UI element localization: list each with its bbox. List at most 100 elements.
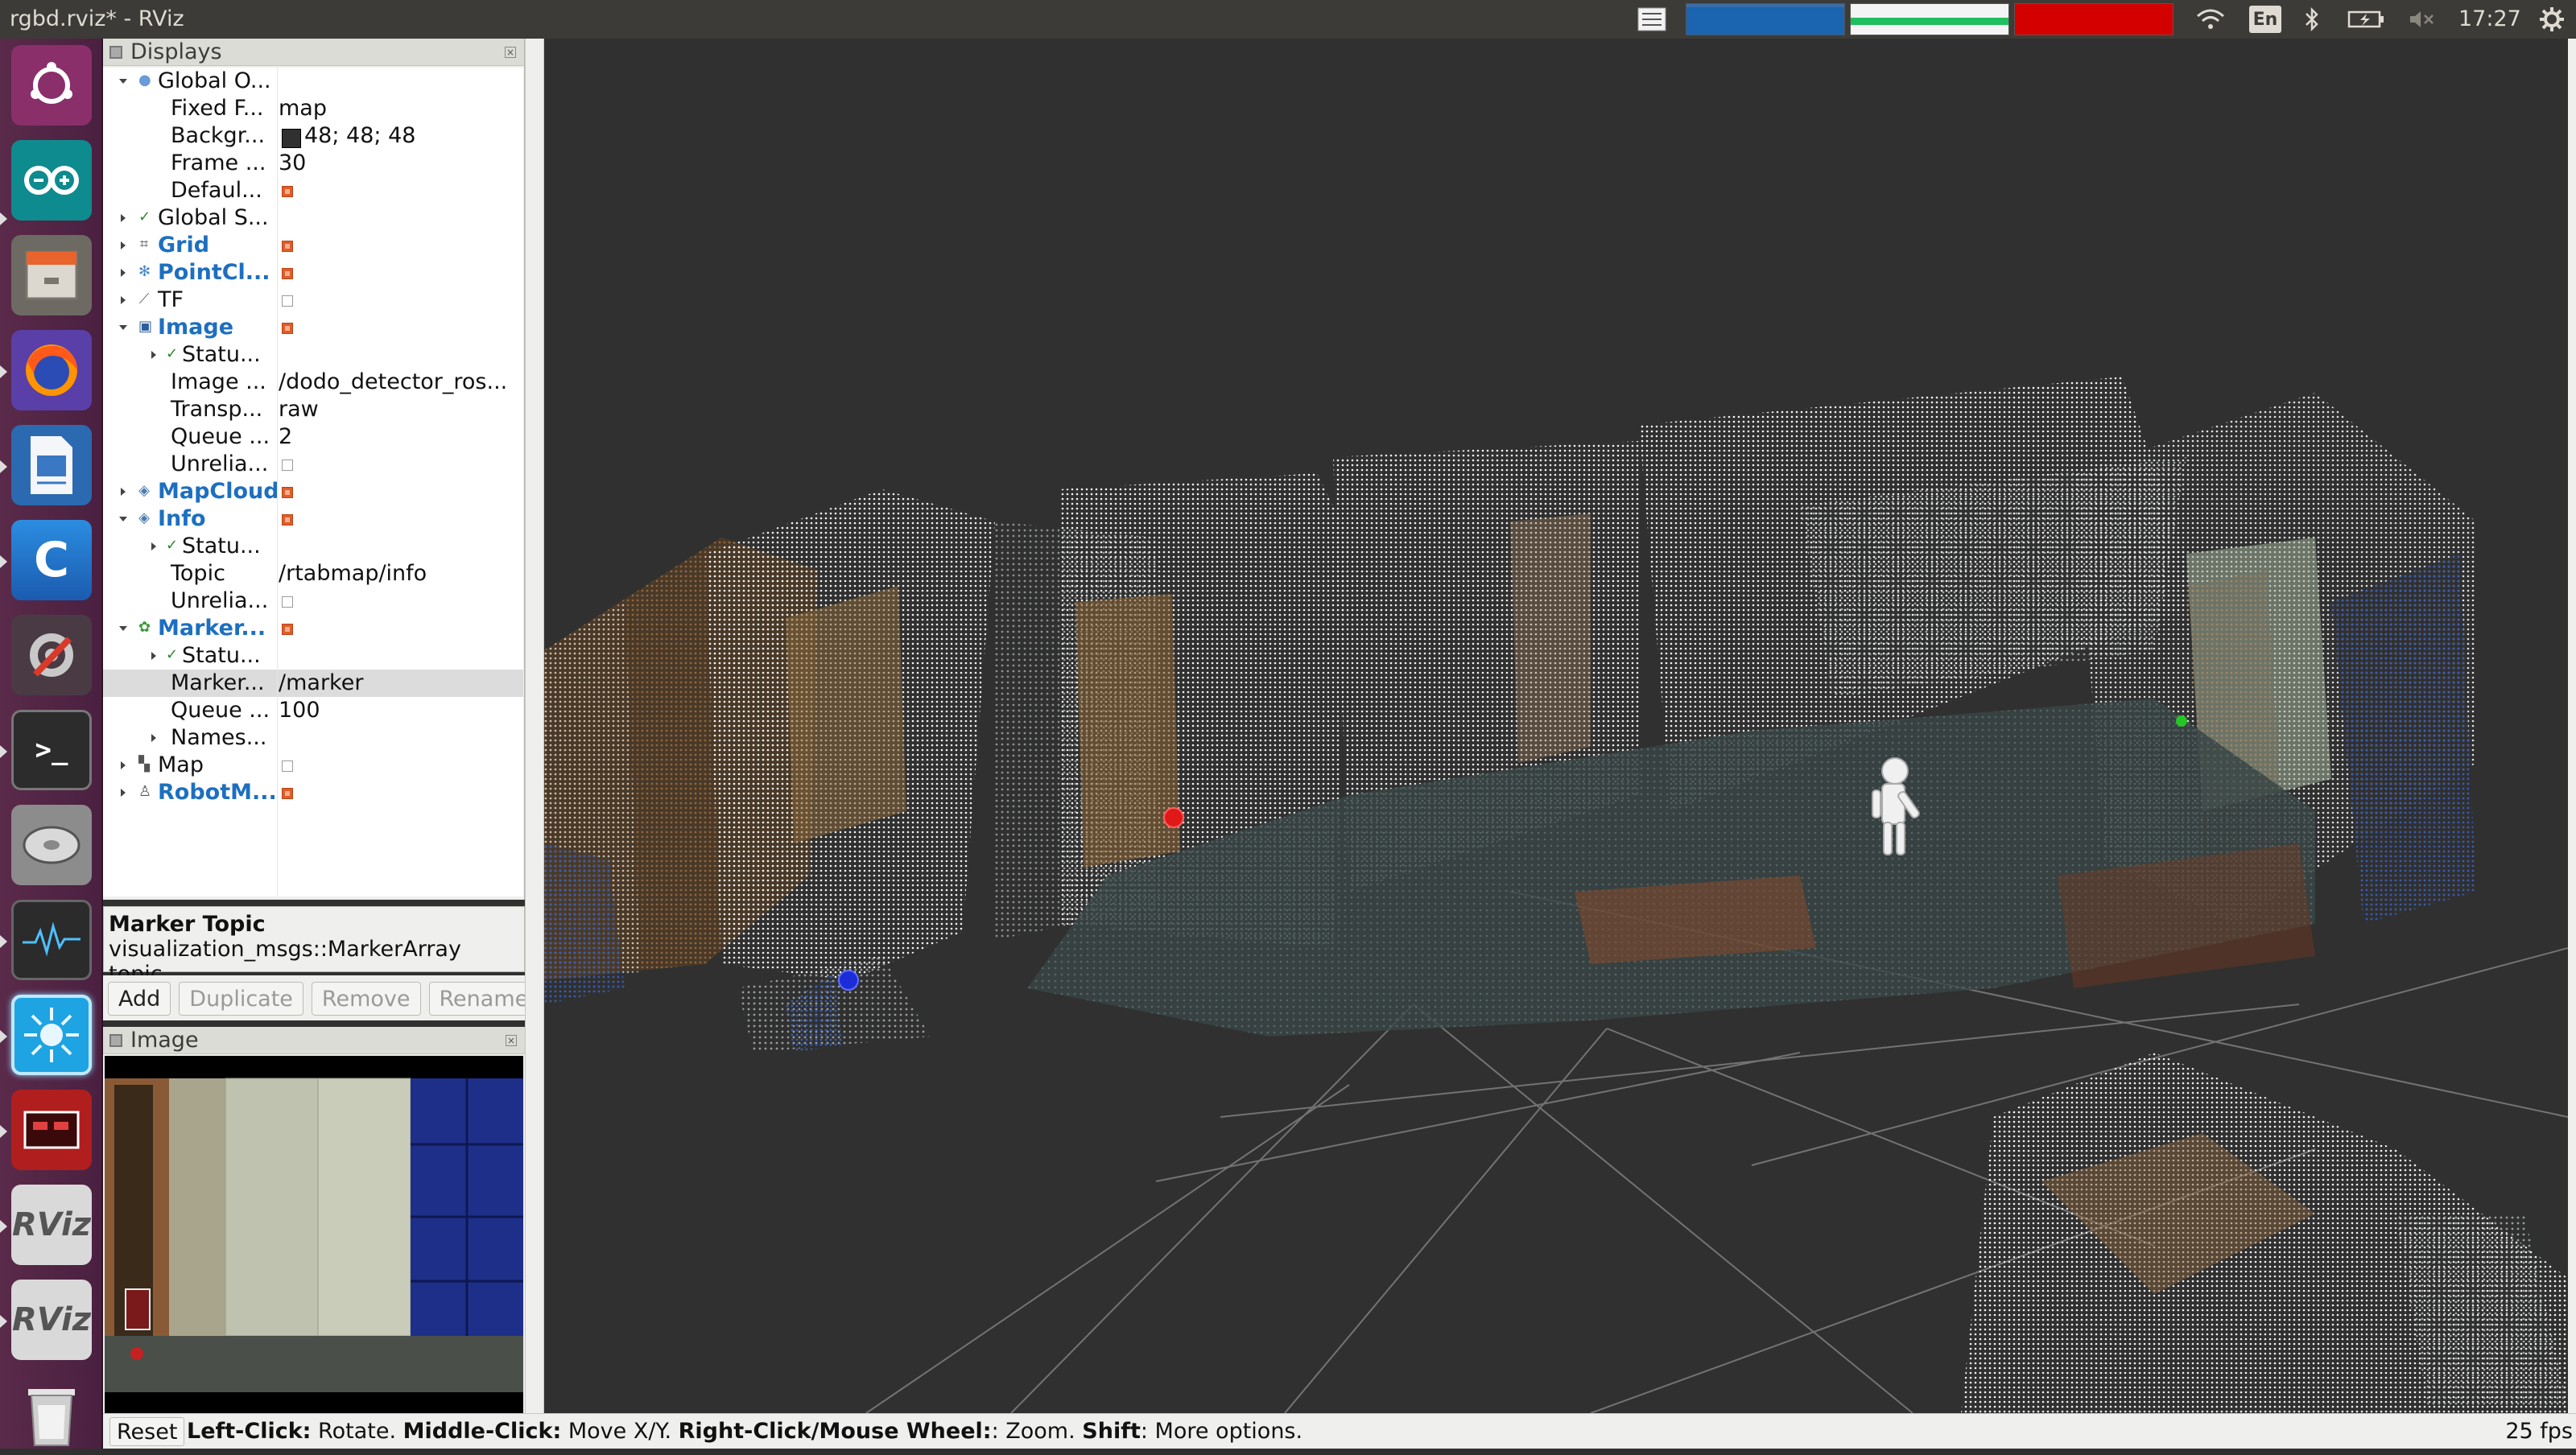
displays-tree[interactable]: ● Global O... Fixed F... map Backgr... 4… [103, 68, 523, 896]
tree-row-grid[interactable]: ⌗ Grid [103, 232, 523, 259]
cpu-load-graph[interactable] [1686, 3, 1845, 35]
checkbox[interactable] [282, 514, 293, 526]
tree-row-info-unreliable[interactable]: Unrelia... [103, 587, 523, 615]
keyboard-layout-indicator[interactable]: En [2249, 6, 2281, 33]
launcher-running-arrow [0, 555, 7, 568]
tree-row-mapcloud[interactable]: ◈ MapCloud [103, 478, 523, 505]
tree-row-marker-status[interactable]: ✓ Statu... [103, 642, 523, 670]
robot-model-icon: ♙ [138, 783, 152, 800]
tree-row-map[interactable]: ▚ Map [103, 752, 523, 779]
memory-load-graph[interactable] [1850, 3, 2009, 35]
arduino-icon[interactable] [11, 140, 92, 221]
wifi-icon[interactable] [2193, 5, 2228, 34]
tree-row-image[interactable]: ▣ Image [103, 314, 523, 341]
volume-muted-icon[interactable] [2405, 5, 2438, 34]
terminal-icon[interactable]: >_ [11, 710, 92, 790]
tree-row-global-options[interactable]: ● Global O... [103, 68, 523, 95]
displays-panel: Displays × ● Global O... Fixed F... map … [103, 39, 525, 900]
settings-icon[interactable] [11, 615, 92, 695]
rename-button[interactable]: Rename [428, 982, 539, 1016]
checkbox[interactable] [282, 596, 293, 608]
checkbox[interactable] [282, 760, 293, 772]
checkbox[interactable] [282, 241, 293, 252]
pointcloud-icon: ✻ [138, 263, 151, 280]
image-title-bar[interactable]: Image × [103, 1027, 525, 1054]
column-divider[interactable] [277, 68, 278, 896]
3d-render-view[interactable] [544, 39, 2568, 1413]
checkbox[interactable] [282, 323, 293, 334]
info-icon: ◈ [138, 509, 150, 526]
system-gear-icon[interactable] [2536, 5, 2568, 34]
remove-button[interactable]: Remove [311, 982, 421, 1016]
tree-row-background-color[interactable]: Backgr... 48; 48; 48 [103, 122, 523, 150]
rviz-icon-1[interactable]: RViz [11, 1185, 92, 1265]
system-monitor-icon[interactable] [11, 900, 92, 980]
firefox-icon[interactable] [11, 330, 92, 410]
camera-image [105, 1056, 523, 1413]
duplicate-button[interactable]: Duplicate [179, 982, 303, 1016]
tree-row-fixed-frame[interactable]: Fixed F... map [103, 95, 523, 122]
tree-row-queue-size[interactable]: Queue ... 2 [103, 423, 523, 451]
tree-row-info-status[interactable]: ✓ Statu... [103, 533, 523, 560]
tree-row-pointcloud[interactable]: ✻ PointCl... [103, 259, 523, 286]
tree-row-robot-model[interactable]: ♙ RobotM... [103, 779, 523, 806]
checkbox[interactable] [282, 624, 293, 635]
rviz-icon-2[interactable]: RViz [11, 1280, 92, 1360]
close-icon[interactable]: × [505, 46, 516, 58]
check-icon: ✓ [166, 646, 179, 663]
launcher-running-arrow [0, 460, 7, 473]
launcher: C >_ RViz RViz [0, 39, 103, 1449]
checkbox[interactable] [282, 788, 293, 799]
tree-row-info-topic[interactable]: Topic /rtabmap/info [103, 560, 523, 587]
clock[interactable]: 17:27 [2458, 6, 2521, 31]
trash-icon[interactable] [11, 1375, 92, 1455]
indicator-menu-icon[interactable] [1636, 5, 1668, 34]
blue-marker [838, 970, 859, 991]
checkbox[interactable] [282, 295, 293, 307]
tree-row-namespaces[interactable]: Names... [103, 724, 523, 752]
writer-icon[interactable] [11, 425, 92, 505]
color-swatch[interactable] [282, 129, 301, 148]
tree-row-image-status[interactable]: ✓ Statu... [103, 341, 523, 369]
right-dock-edge[interactable] [2568, 39, 2576, 1413]
tree-row-marker-queue[interactable]: Queue ... 100 [103, 697, 523, 724]
tree-row-image-topic[interactable]: Image ... /dodo_detector_ros... [103, 369, 523, 396]
displays-title-bar[interactable]: Displays × [103, 39, 524, 66]
files-icon[interactable] [11, 235, 92, 315]
launcher-running-arrow [0, 1125, 7, 1138]
launcher-running-arrow [0, 365, 7, 378]
red-marker [1163, 807, 1184, 828]
tree-row-info[interactable]: ◈ Info [103, 505, 523, 533]
rviz-active-icon[interactable] [11, 995, 92, 1075]
checkbox[interactable] [282, 487, 293, 498]
displays-title: Displays [130, 39, 222, 64]
reset-button[interactable]: Reset [109, 1417, 185, 1446]
dock-float-icon[interactable] [109, 45, 122, 59]
tree-row-unreliable[interactable]: Unrelia... [103, 451, 523, 478]
ubuntu-dash-icon[interactable] [11, 45, 92, 126]
tree-row-marker-array[interactable]: ✿ Marker... [103, 615, 523, 642]
battery-icon[interactable] [2346, 5, 2388, 34]
global-options-icon: ● [138, 72, 151, 89]
clion-icon[interactable]: C [11, 520, 92, 600]
check-icon: ✓ [138, 208, 151, 225]
checkbox[interactable] [282, 186, 293, 197]
bluetooth-icon[interactable] [2297, 5, 2326, 34]
add-button[interactable]: Add [108, 982, 171, 1016]
checkbox[interactable] [282, 460, 293, 471]
panel-splitter[interactable] [525, 39, 544, 1413]
tree-row-default-light[interactable]: Defaul... [103, 177, 523, 204]
tree-row-tf[interactable]: ⟋ TF [103, 286, 523, 314]
checkbox[interactable] [282, 268, 293, 279]
tree-row-transport-hint[interactable]: Transp... raw [103, 396, 523, 423]
dock-float-icon[interactable] [109, 1033, 122, 1047]
close-icon[interactable]: × [506, 1034, 517, 1046]
screen-recorder-icon[interactable] [11, 1090, 92, 1170]
launcher-running-arrow [0, 1315, 7, 1328]
disk-icon[interactable] [11, 805, 92, 885]
tree-row-marker-topic[interactable]: Marker... /marker [103, 670, 523, 697]
tree-row-global-status[interactable]: ✓ Global S... [103, 204, 523, 232]
network-load-graph[interactable] [2014, 3, 2174, 35]
tree-row-frame-rate[interactable]: Frame ... 30 [103, 150, 523, 177]
green-marker [2176, 715, 2187, 727]
